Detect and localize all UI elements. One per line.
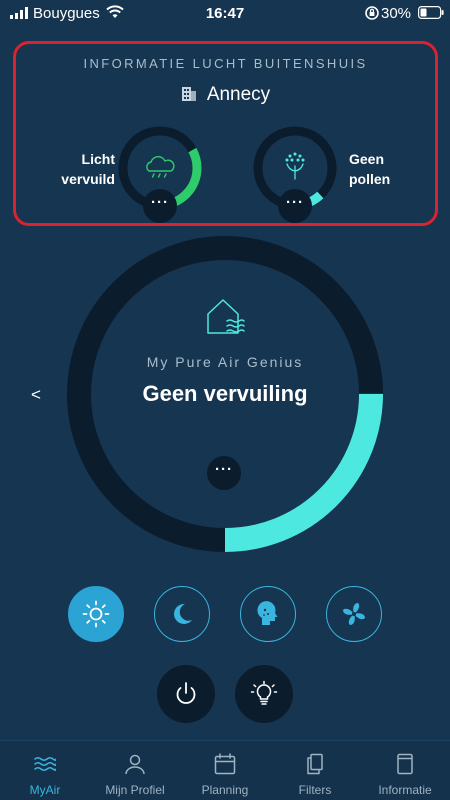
book-icon bbox=[397, 753, 413, 775]
cloud-rain-icon bbox=[146, 155, 175, 178]
pollen-label-line1: Geen bbox=[349, 151, 385, 167]
pollen-label-line2: pollen bbox=[349, 171, 391, 187]
tab-mijn-profiel[interactable]: Mijn Profiel bbox=[90, 741, 180, 800]
pollution-label-line1: Licht bbox=[81, 151, 115, 167]
tab-label: Mijn Profiel bbox=[105, 783, 165, 797]
night-mode-button[interactable] bbox=[154, 586, 210, 642]
calendar-icon bbox=[214, 753, 236, 775]
status-bar: Bouygues 16:47 30% bbox=[0, 0, 450, 26]
turbo-mode-button[interactable] bbox=[326, 586, 382, 642]
fan-icon bbox=[343, 603, 365, 625]
light-bulb-icon bbox=[250, 680, 278, 705]
pollution-label-line2: vervuild bbox=[61, 171, 115, 187]
tab-filters[interactable]: Filters bbox=[270, 741, 360, 800]
tab-label: MyAir bbox=[29, 783, 61, 797]
moon-icon bbox=[174, 603, 192, 624]
home-air-icon bbox=[207, 299, 245, 334]
power-icon bbox=[176, 682, 196, 704]
outdoor-air-info-card: INFORMATIE LUCHT BUITENSHUIS Annecy Lich… bbox=[13, 41, 438, 226]
waves-icon bbox=[34, 757, 56, 771]
tab-bar: MyAir Mijn Profiel Planning Filters Info… bbox=[0, 740, 450, 800]
allergy-mode-button[interactable] bbox=[240, 586, 296, 642]
pollen-label: Geen pollen bbox=[349, 149, 390, 189]
previous-arrow[interactable]: < bbox=[31, 385, 41, 405]
tab-label: Informatie bbox=[378, 783, 432, 797]
device-name: My Pure Air Genius bbox=[146, 354, 304, 370]
city-row: Annecy bbox=[16, 84, 435, 106]
user-icon bbox=[125, 754, 145, 775]
air-status: Geen vervuiling bbox=[142, 381, 308, 406]
auto-mode-button[interactable] bbox=[68, 586, 124, 642]
tab-planning[interactable]: Planning bbox=[180, 741, 270, 800]
indoor-more-button[interactable]: ··· bbox=[207, 456, 241, 490]
sun-icon bbox=[82, 600, 110, 628]
tab-label: Filters bbox=[298, 783, 332, 797]
pollution-label: Licht vervuild bbox=[61, 149, 115, 189]
pollution-more-button[interactable]: ··· bbox=[143, 189, 177, 223]
building-icon bbox=[181, 87, 196, 101]
outdoor-info-title: INFORMATIE LUCHT BUITENSHUIS bbox=[83, 56, 368, 71]
dandelion-icon bbox=[285, 152, 305, 180]
filters-icon bbox=[307, 753, 323, 775]
city-name: Annecy bbox=[206, 84, 271, 105]
pollen-more-button[interactable]: ··· bbox=[278, 189, 312, 223]
tab-informatie[interactable]: Informatie bbox=[360, 741, 450, 800]
rotation-lock-icon bbox=[365, 6, 379, 20]
power-button[interactable] bbox=[157, 665, 215, 723]
light-button[interactable] bbox=[235, 665, 293, 723]
tab-myair[interactable]: MyAir bbox=[0, 741, 90, 800]
battery-percent: 30% bbox=[381, 5, 412, 22]
battery-icon bbox=[418, 6, 444, 19]
allergy-head-icon bbox=[257, 601, 278, 625]
tab-label: Planning bbox=[201, 783, 249, 797]
